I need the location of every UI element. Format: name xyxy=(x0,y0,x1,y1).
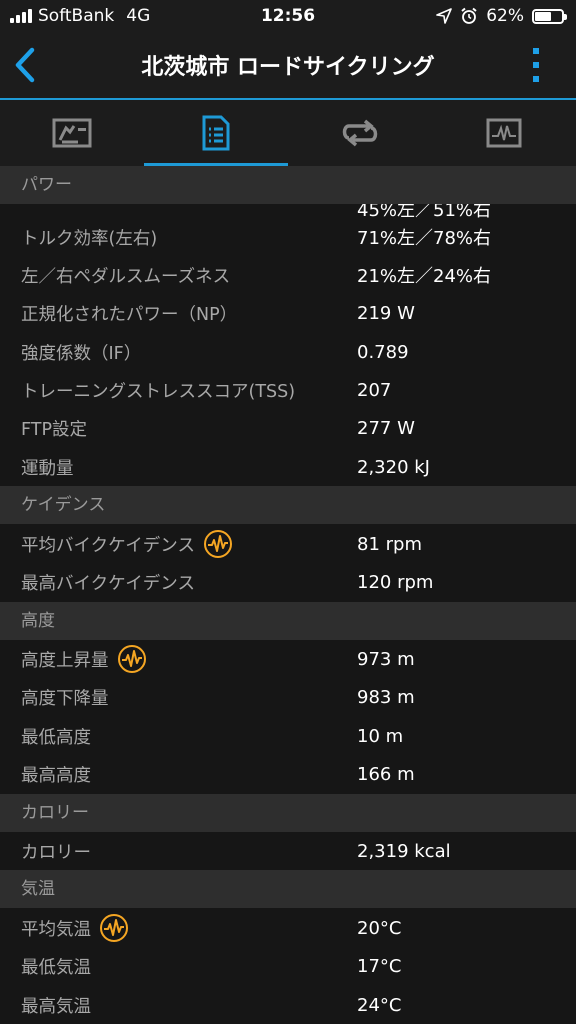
row-label-with-icon: 平均気温 xyxy=(21,913,129,943)
row-label: 高度上昇量 xyxy=(21,650,109,671)
navigation-bar: 北茨城市 ロードサイクリング xyxy=(0,32,576,98)
row-value: 24°C xyxy=(357,994,402,1016)
row-value: 219 W xyxy=(357,302,415,324)
list-item: 最低気温 17°C xyxy=(0,947,576,985)
list-item: 最高気温 24°C xyxy=(0,986,576,1024)
list-item: 最高バイクケイデンス 120 rpm xyxy=(0,563,576,601)
list-item: カロリー 2,319 kcal xyxy=(0,832,576,870)
tab-charts[interactable] xyxy=(432,100,576,166)
list-item[interactable]: 平均気温 20°C xyxy=(0,909,576,947)
list-item[interactable]: 平均バイクケイデンス 81 rpm xyxy=(0,525,576,563)
stats-chart-icon xyxy=(52,118,92,148)
row-value: 20°C xyxy=(357,917,402,939)
list-item: トレーニングストレススコア(TSS) 207 xyxy=(0,371,576,409)
row-value: 120 rpm xyxy=(357,571,434,593)
row-label: FTP設定 xyxy=(21,419,88,440)
chart-graph-icon[interactable] xyxy=(117,644,147,674)
row-label-with-icon: 平均バイクケイデンス xyxy=(21,529,233,559)
list-item: FTP設定 277 W xyxy=(0,409,576,447)
details-list: パワー 45%左／51%右 トルク効率(左右) 71%左／78%右 左／右ペダル… xyxy=(0,166,576,1024)
row-label: 最低高度 xyxy=(21,727,91,748)
tab-laps[interactable] xyxy=(288,100,432,166)
section-header-power: パワー xyxy=(0,166,576,204)
row-label: カロリー xyxy=(21,842,91,863)
row-label: 最高気温 xyxy=(21,996,91,1017)
row-value: 10 m xyxy=(357,725,404,747)
row-value: 973 m xyxy=(357,648,415,670)
page-title: 北茨城市 ロードサイクリング xyxy=(141,55,435,80)
row-value: 166 m xyxy=(357,763,415,785)
row-value: 71%左／78%右 xyxy=(357,228,492,249)
tab-details[interactable] xyxy=(144,100,288,166)
chart-graph-icon[interactable] xyxy=(203,529,233,559)
row-value: 277 W xyxy=(357,417,415,439)
document-list-icon xyxy=(202,115,230,151)
row-value: 45%左／51%右 xyxy=(357,204,492,218)
list-item: 運動量 2,320 kJ xyxy=(0,448,576,486)
location-arrow-icon xyxy=(436,8,453,24)
status-bar: SoftBank 4G 12:56 62% xyxy=(0,0,576,32)
list-item[interactable]: 高度上昇量 973 m xyxy=(0,640,576,678)
row-value: 2,319 kcal xyxy=(357,840,451,862)
row-value: 81 rpm xyxy=(357,533,422,555)
row-label: 運動量 xyxy=(21,458,74,479)
list-item: 高度下降量 983 m xyxy=(0,678,576,716)
row-label: トルク効率(左右) xyxy=(21,228,158,249)
section-header-elevation: 高度 xyxy=(0,602,576,640)
row-label-with-icon: 高度上昇量 xyxy=(21,644,147,674)
row-label: 強度係数（IF） xyxy=(21,343,142,364)
more-options-icon[interactable] xyxy=(532,48,540,82)
section-header-calories: カロリー xyxy=(0,794,576,832)
row-label: 正規化されたパワー（NP） xyxy=(21,304,238,325)
row-value: 17°C xyxy=(357,955,402,977)
tab-overview[interactable] xyxy=(0,100,144,166)
row-value: 207 xyxy=(357,379,392,401)
list-item: 45%左／51%右 xyxy=(0,204,576,218)
list-item: 左／右ペダルスムーズネス 21%左／24%右 xyxy=(0,256,576,294)
battery-icon xyxy=(532,8,567,24)
row-value: 21%左／24%右 xyxy=(357,266,492,287)
list-item: 正規化されたパワー（NP） 219 W xyxy=(0,294,576,332)
row-value: 2,320 kJ xyxy=(357,456,430,478)
section-header-cadence: ケイデンス xyxy=(0,486,576,524)
section-header-temperature: 気温 xyxy=(0,870,576,908)
back-chevron-icon[interactable] xyxy=(10,46,40,84)
row-label: 最高高度 xyxy=(21,765,91,786)
list-item: 最高高度 166 m xyxy=(0,755,576,793)
tab-bar xyxy=(0,100,576,166)
row-value: 983 m xyxy=(357,686,415,708)
activity-graph-icon xyxy=(486,118,522,148)
chart-graph-icon[interactable] xyxy=(99,913,129,943)
row-label: トレーニングストレススコア(TSS) xyxy=(21,381,296,402)
row-value: 0.789 xyxy=(357,341,409,363)
row-label: 高度下降量 xyxy=(21,688,109,709)
loop-arrows-icon xyxy=(342,119,378,147)
row-label: 左／右ペダルスムーズネス xyxy=(21,266,231,287)
row-label: 平均バイクケイデンス xyxy=(21,535,195,556)
row-label: 平均気温 xyxy=(21,919,91,940)
list-item: 最低高度 10 m xyxy=(0,717,576,755)
list-item: 強度係数（IF） 0.789 xyxy=(0,333,576,371)
row-label: 最低気温 xyxy=(21,957,91,978)
row-label: 最高バイクケイデンス xyxy=(21,573,195,594)
alarm-clock-icon xyxy=(461,7,477,24)
list-item: トルク効率(左右) 71%左／78%右 xyxy=(0,218,576,256)
battery-percent: 62% xyxy=(486,6,524,26)
